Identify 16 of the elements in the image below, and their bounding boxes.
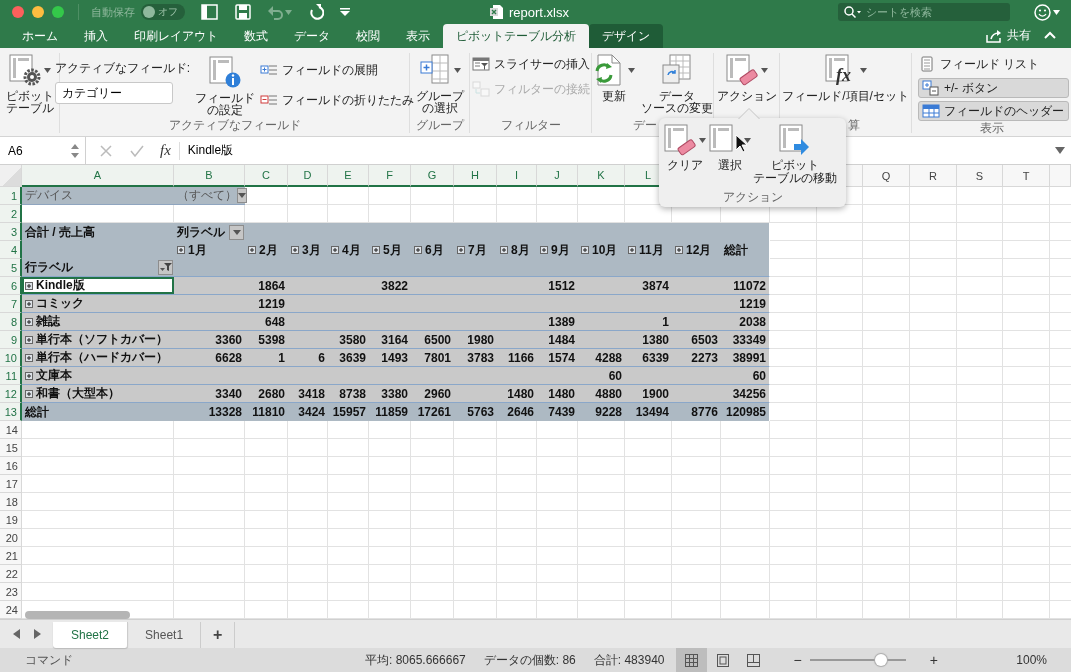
group-label: デー bbox=[632, 118, 658, 133]
field-caption: アクティブなフィールド: bbox=[54, 61, 191, 75]
group-label: アクション bbox=[722, 190, 783, 204]
group-label: 表示 bbox=[978, 121, 1005, 136]
status-sum: 合計: 483940 bbox=[593, 651, 665, 669]
group-label: 算 bbox=[847, 118, 861, 133]
zoom-percent: 100% bbox=[1016, 653, 1047, 667]
group-label: アクティブなフィールド bbox=[167, 118, 302, 133]
group-label: グループ bbox=[414, 118, 466, 133]
group-label: フィルター bbox=[499, 118, 562, 133]
formula-content: Kindle版 bbox=[187, 142, 234, 159]
window-title: report.xlsx bbox=[509, 4, 569, 20]
status-count: データの個数: 86 bbox=[483, 651, 576, 669]
autosave-label: 自動保存 bbox=[91, 4, 135, 20]
status-average: 平均: 8065.666667 bbox=[365, 651, 466, 669]
status-mode: コマンド bbox=[25, 651, 74, 669]
